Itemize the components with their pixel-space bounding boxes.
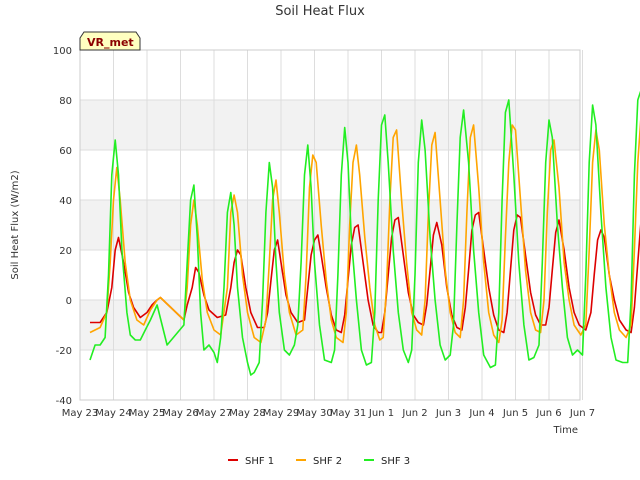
x-axis-title: Time (553, 425, 578, 436)
x-tick-label: Jun 6 (535, 408, 561, 419)
legend-item: SHF 3 (364, 456, 410, 467)
soil-heat-flux-chart: -40-20020406080100 May 23May 24May 25May… (10, 4, 640, 467)
x-tick-label: May 28 (229, 408, 266, 419)
y-axis-ticks: -40 -20 0 20 40 60 80 100 (53, 46, 72, 407)
x-tick-label: Jun 1 (368, 408, 394, 419)
legend-item: SHF 1 (228, 456, 274, 467)
x-tick-label: May 23 (62, 408, 99, 419)
vr-met-badge: VR_met (79, 31, 141, 51)
x-tick-label: May 31 (330, 408, 367, 419)
y-tick-label: -20 (56, 346, 72, 357)
legend-item: SHF 2 (296, 456, 342, 467)
y-axis-title: Soil Heat Flux (W/m2) (10, 170, 21, 279)
vr-met-label: VR_met (87, 36, 134, 49)
x-tick-label: May 30 (296, 408, 333, 419)
x-tick-label: Jun 4 (468, 408, 494, 419)
y-tick-label: 80 (59, 96, 72, 107)
x-tick-label: Jun 7 (569, 408, 595, 419)
legend: SHF 1 SHF 2 SHF 3 (228, 456, 410, 467)
legend-label: SHF 1 (245, 456, 274, 467)
legend-label: SHF 2 (313, 456, 342, 467)
chart-title: Soil Heat Flux (275, 4, 365, 19)
x-tick-label: May 25 (129, 408, 166, 419)
x-tick-label: May 26 (162, 408, 199, 419)
y-tick-label: 20 (59, 246, 72, 257)
legend-label: SHF 3 (381, 456, 410, 467)
x-tick-label: May 29 (263, 408, 300, 419)
y-tick-label: 100 (53, 46, 72, 57)
x-tick-label: May 24 (95, 408, 132, 419)
x-tick-label: Jun 5 (502, 408, 528, 419)
y-tick-label: 0 (66, 296, 72, 307)
x-tick-label: Jun 2 (401, 408, 427, 419)
y-tick-label: 40 (59, 196, 72, 207)
x-tick-label: May 27 (196, 408, 233, 419)
x-tick-label: Jun 3 (435, 408, 461, 419)
x-axis-ticks: May 23May 24May 25May 26May 27May 28May … (62, 408, 595, 419)
y-tick-label: 60 (59, 146, 72, 157)
y-tick-label: -40 (56, 396, 72, 407)
